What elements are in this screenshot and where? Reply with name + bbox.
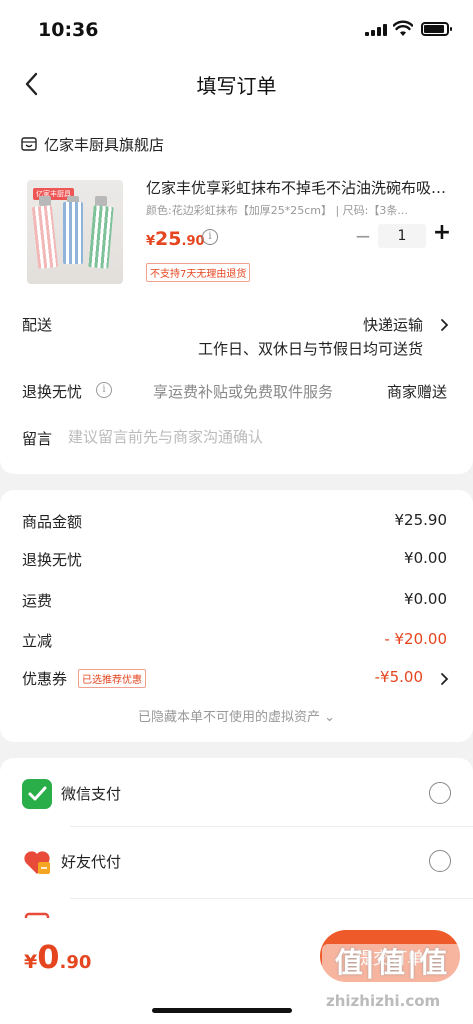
discount-label: 立减 [22, 632, 53, 650]
shipping-row: 运费 ¥0.00 [22, 590, 447, 612]
discount-row: 立减 - ¥20.00 [22, 630, 447, 652]
coupon-badge: 已选推荐优惠 [78, 669, 146, 688]
price-info-icon[interactable]: i [202, 229, 218, 245]
return-service-description: 享运费补贴或免费取件服务 [153, 383, 334, 401]
battery-icon [421, 22, 452, 36]
price-summary-card: 商品金额 ¥25.90 退换无忧 ¥0.00 运费 ¥0.00 立减 - ¥20… [0, 490, 473, 742]
shipping-value: ¥0.00 [404, 590, 447, 608]
return-fee-row: 退换无忧 ¥0.00 [22, 549, 447, 571]
payment-option-friend[interactable]: 好友代付 [0, 832, 473, 892]
bottom-bar: ¥0.90 提交订单 值|值|值 zhizhizhi.com [0, 918, 473, 1024]
return-fee-value: ¥0.00 [404, 549, 447, 567]
delivery-note: 工作日、双休日与节假日均可送货 [197, 340, 423, 358]
delivery-label: 配送 [22, 316, 53, 334]
return-service-value: 商家赠送 [386, 383, 447, 401]
watermark-logo: 值|值|值 [322, 944, 462, 982]
quantity-increase-button[interactable]: + [432, 220, 452, 246]
store-name[interactable]: 亿家丰厨具旗舰店 [44, 134, 164, 155]
wifi-icon [393, 20, 413, 36]
no-return-badge: 不支持7天无理由退货 [146, 263, 251, 282]
store-icon [21, 137, 37, 151]
friend-pay-radio[interactable] [429, 850, 451, 872]
friend-pay-icon [24, 851, 50, 874]
friend-pay-label: 好友代付 [61, 853, 122, 871]
chevron-right-icon[interactable] [439, 318, 449, 332]
wechat-pay-label: 微信支付 [61, 785, 122, 803]
status-bar: 10:36 [0, 0, 473, 58]
status-time: 10:36 [38, 19, 99, 41]
product-price: ¥25.90 [146, 228, 205, 250]
watermark-url: zhizhizhi.com [326, 992, 441, 1010]
coupon-label: 优惠券 [22, 670, 68, 688]
delivery-value[interactable]: 快递运输 [363, 314, 423, 335]
quantity-decrease-button[interactable]: − [354, 224, 372, 248]
nav-bar: 填写订单 [0, 58, 473, 110]
hidden-assets-toggle[interactable]: 已隐藏本单不可使用的虚拟资产 ⌄ [0, 706, 473, 725]
message-input[interactable] [68, 424, 448, 450]
page-title: 填写订单 [196, 74, 277, 98]
signal-icon [365, 24, 387, 36]
home-indicator [152, 1008, 292, 1013]
goods-amount-label: 商品金额 [22, 513, 83, 531]
divider [70, 898, 473, 899]
shipping-label: 运费 [22, 592, 53, 610]
return-fee-label: 退换无忧 [22, 551, 83, 569]
product-spec[interactable]: 颜色:花边彩虹抹布【加厚25*25cm】 | 尺码:【3条... [146, 202, 446, 218]
goods-amount-value: ¥25.90 [394, 511, 448, 529]
quantity-input[interactable] [378, 224, 426, 248]
wechat-pay-icon [22, 779, 52, 809]
chevron-right-icon[interactable] [439, 672, 449, 686]
order-card: 亿家丰厨具旗舰店 亿家丰厨具 亿家丰优享彩虹抹布不掉毛不沾油洗碗布吸水... 颜… [0, 110, 473, 474]
coupon-row[interactable]: 优惠券 已选推荐优惠 -¥5.00 [22, 668, 423, 690]
divider [70, 826, 473, 827]
product-title[interactable]: 亿家丰优享彩虹抹布不掉毛不沾油洗碗布吸水... [146, 177, 454, 198]
return-service-label: 退换无忧 [22, 383, 83, 401]
goods-amount-row: 商品金额 ¥25.90 [22, 511, 447, 533]
wechat-pay-radio[interactable] [429, 782, 451, 804]
product-image[interactable]: 亿家丰厨具 [27, 180, 123, 284]
message-label: 留言 [22, 430, 53, 448]
total-price: ¥0.90 [24, 938, 92, 976]
payment-option-wechat[interactable]: 微信支付 [0, 764, 473, 824]
return-info-icon[interactable]: i [96, 382, 112, 398]
coupon-value[interactable]: -¥5.00 [375, 668, 423, 686]
discount-value: - ¥20.00 [384, 630, 447, 648]
